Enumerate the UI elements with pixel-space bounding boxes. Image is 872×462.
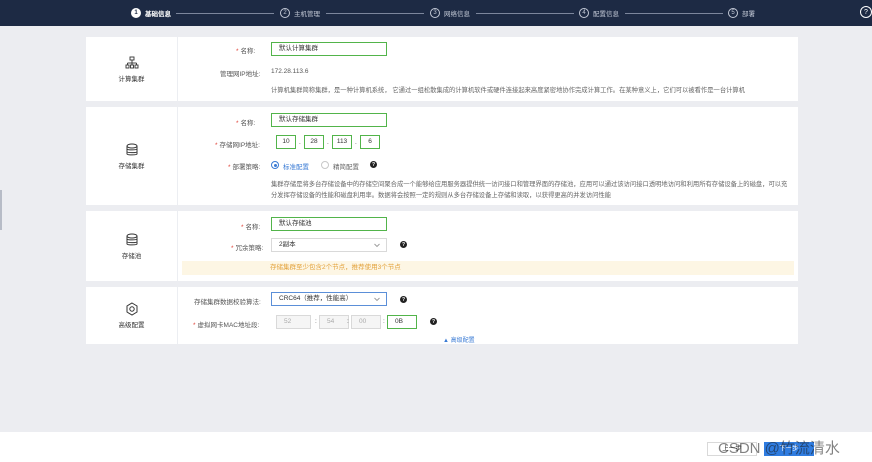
card-header: 存储池 bbox=[86, 211, 178, 281]
deploy-standard-label[interactable]: 标准配置 bbox=[283, 161, 309, 171]
step-config-info[interactable]: 4 配置信息 bbox=[579, 7, 619, 19]
database-icon bbox=[126, 143, 137, 155]
step-label: 主机管理 bbox=[294, 11, 320, 18]
advanced-toggle-link[interactable]: ▲ 高级配置 bbox=[443, 335, 475, 344]
card-title: 存储集群 bbox=[118, 162, 145, 170]
chevron-down-icon bbox=[374, 243, 380, 248]
redundancy-value: 2副本 bbox=[279, 241, 296, 248]
deploy-strategy-label: * 部署策略: bbox=[228, 164, 261, 171]
deploy-lite-label[interactable]: 精简配置 bbox=[333, 161, 359, 171]
mgmt-ip-label: 管理网IP地址: bbox=[220, 71, 261, 78]
step-host-management[interactable]: 2 主机管理 bbox=[280, 7, 320, 19]
compute-name-label: * 名称: bbox=[236, 48, 256, 55]
step-number: 4 bbox=[579, 8, 589, 18]
deploy-lite-radio[interactable] bbox=[321, 161, 329, 169]
step-connector bbox=[625, 12, 723, 14]
card-title: 高级配置 bbox=[118, 322, 145, 329]
checksum-label: 存储集群数据校验算法: bbox=[194, 299, 261, 306]
storage-cluster-card: 存储集群 * 名称: 默认存储集群 * 存储网IP地址: 10 . 28 . 113… bbox=[86, 107, 798, 205]
card-header: 存储集群 bbox=[86, 107, 178, 205]
storage-ip-octet-3[interactable]: 113 bbox=[332, 135, 352, 149]
card-header: 高级配置 bbox=[86, 287, 178, 344]
step-number: 1 bbox=[131, 8, 141, 18]
card-title: 存储池 bbox=[121, 252, 142, 260]
checksum-value: CRC64（推荐，性能高） bbox=[279, 295, 353, 302]
watermark-text: CSDN @竹流清水 bbox=[718, 440, 840, 457]
mac-part-3: 00 bbox=[351, 315, 381, 329]
storage-name-input[interactable]: 默认存储集群 bbox=[271, 113, 387, 127]
help-icon[interactable]: ? bbox=[860, 6, 872, 18]
step-deploy[interactable]: 5 部署 bbox=[728, 7, 755, 19]
wizard-steps-bar: 1 基础信息 2 主机管理 3 网络信息 4 配置信息 5 部署 ? bbox=[0, 0, 872, 26]
card-title: 计算集群 bbox=[118, 75, 145, 83]
step-number: 5 bbox=[728, 8, 738, 18]
mac-separator: : bbox=[383, 318, 385, 325]
storage-ip-octet-1[interactable]: 10 bbox=[276, 135, 296, 149]
question-circle-icon[interactable]: ? bbox=[370, 161, 377, 168]
pool-name-label: * 名称: bbox=[241, 224, 261, 231]
mac-part-2: 54 bbox=[319, 315, 349, 329]
storage-pool-card: 存储池 * 名称: 默认存储池 * 冗余策略: 2副本 ? 存储集群至少包含2个节点… bbox=[86, 211, 798, 281]
ip-separator: . bbox=[299, 139, 301, 146]
storage-name-label: * 名称: bbox=[236, 120, 256, 127]
step-label: 配置信息 bbox=[593, 11, 619, 18]
mac-separator: : bbox=[315, 318, 317, 325]
sidebar-edge bbox=[0, 190, 2, 230]
compute-description: 计算机集群简称集群，是一种计算机系统， 它通过一组松散集成的计算机软件或硬件连接… bbox=[271, 87, 746, 94]
step-label: 部署 bbox=[742, 11, 755, 18]
compute-cluster-card: 计算集群 * 名称: 默认计算集群 管理网IP地址: 172.28.113.6 计… bbox=[86, 37, 798, 101]
node-count-warning: 存储集群至少包含2个节点，推荐使用3个节点 bbox=[182, 261, 794, 275]
step-label: 基础信息 bbox=[145, 11, 171, 18]
storage-description: 集群存储是将多台存储设备中的存储空间聚合成一个能够给应用服务器提供统一访问接口和… bbox=[271, 181, 788, 199]
mac-part-4[interactable]: 0B bbox=[387, 315, 417, 329]
chevron-down-icon bbox=[374, 297, 380, 302]
question-circle-icon[interactable]: ? bbox=[400, 241, 407, 248]
network-tree-icon bbox=[125, 56, 138, 68]
redundancy-select[interactable]: 2副本 bbox=[271, 238, 387, 252]
step-network-info[interactable]: 3 网络信息 bbox=[430, 7, 470, 19]
storage-ip-label: * 存储网IP地址: bbox=[215, 142, 260, 149]
mgmt-ip-value: 172.28.113.6 bbox=[271, 68, 309, 75]
step-number: 2 bbox=[280, 8, 290, 18]
deploy-standard-radio[interactable] bbox=[271, 161, 279, 169]
database-icon bbox=[126, 233, 137, 245]
step-connector bbox=[476, 12, 574, 14]
storage-ip-octet-4[interactable]: 6 bbox=[360, 135, 380, 149]
checksum-select[interactable]: CRC64（推荐，性能高） bbox=[271, 292, 387, 306]
step-connector bbox=[326, 12, 424, 14]
step-number: 3 bbox=[430, 8, 440, 18]
advanced-config-card: 高级配置 存储集群数据校验算法: CRC64（推荐，性能高） ? * 虚拟网卡MA… bbox=[86, 287, 798, 344]
step-label: 网络信息 bbox=[444, 11, 470, 18]
pool-name-input[interactable]: 默认存储池 bbox=[271, 217, 387, 231]
gear-icon bbox=[126, 302, 137, 316]
ip-separator: . bbox=[327, 139, 329, 146]
card-header: 计算集群 bbox=[86, 37, 178, 101]
ip-separator: . bbox=[355, 139, 357, 146]
mac-separator: : bbox=[347, 318, 349, 325]
redundancy-label: * 冗余策略: bbox=[231, 245, 264, 252]
mac-label: * 虚拟网卡MAC地址段: bbox=[193, 322, 260, 329]
step-connector bbox=[176, 12, 274, 14]
mac-part-1: 52 bbox=[276, 315, 311, 329]
storage-ip-octet-2[interactable]: 28 bbox=[304, 135, 324, 149]
question-circle-icon[interactable]: ? bbox=[400, 296, 407, 303]
step-basic-info[interactable]: 1 基础信息 bbox=[131, 7, 171, 19]
compute-name-input[interactable]: 默认计算集群 bbox=[271, 42, 387, 56]
question-circle-icon[interactable]: ? bbox=[430, 318, 437, 325]
